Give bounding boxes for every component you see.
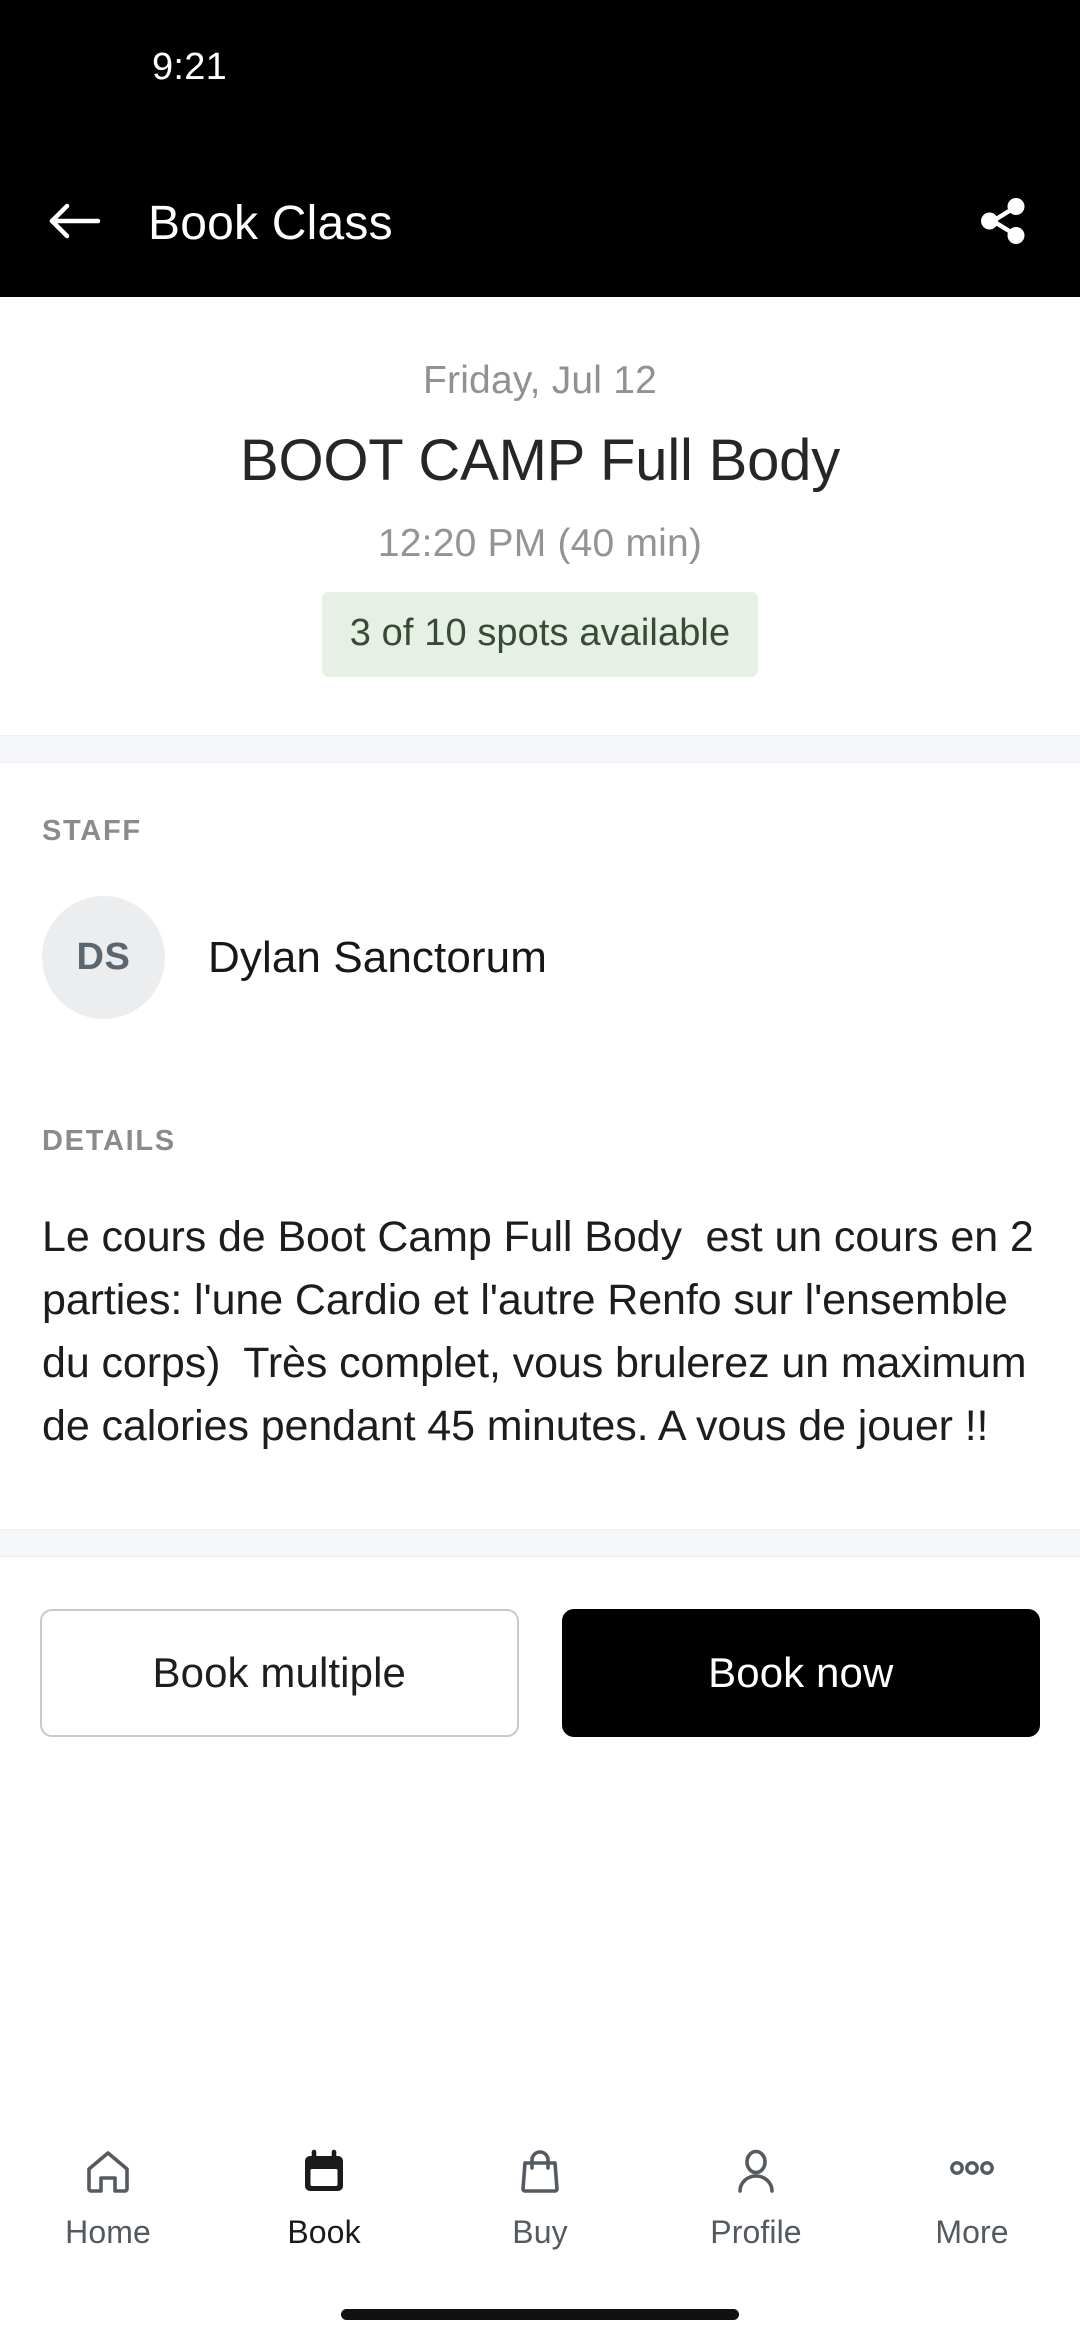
main-content: Friday, Jul 12 BOOT CAMP Full Body 12:20… xyxy=(0,297,1080,2120)
calendar-icon xyxy=(298,2144,350,2200)
book-now-button[interactable]: Book now xyxy=(561,1609,1040,1738)
status-bar-clock: 9:21 xyxy=(152,46,228,88)
app-screen: 9:21 Book Class Friday, Jul 12 BOOT CAMP… xyxy=(0,0,1080,2340)
share-button[interactable] xyxy=(970,192,1034,256)
nav-item-book[interactable]: Book xyxy=(216,2144,432,2251)
nav-item-profile[interactable]: Profile xyxy=(648,2144,864,2251)
nav-item-buy[interactable]: Buy xyxy=(432,2144,648,2251)
details-section: DETAILS Le cours de Boot Camp Full Body … xyxy=(0,1081,1080,1529)
section-divider xyxy=(0,735,1080,764)
ellipsis-icon xyxy=(946,2144,998,2200)
arrow-left-icon xyxy=(48,199,102,248)
staff-section: STAFF DS Dylan Sanctorum xyxy=(0,763,1080,1082)
status-bar: 9:21 xyxy=(0,0,1080,150)
spots-available-badge: 3 of 10 spots available xyxy=(321,592,759,678)
home-icon xyxy=(82,2144,134,2200)
nav-label-profile: Profile xyxy=(710,2214,802,2250)
nav-label-more: More xyxy=(935,2214,1009,2250)
bottom-navigation: Home Book Buy Profile More xyxy=(0,2120,1080,2288)
back-button[interactable] xyxy=(46,195,104,253)
section-divider-bottom xyxy=(0,1529,1080,1558)
nav-label-book: Book xyxy=(287,2214,361,2250)
staff-name: Dylan Sanctorum xyxy=(208,932,547,982)
page-title: Book Class xyxy=(148,197,393,250)
home-indicator[interactable] xyxy=(341,2308,739,2320)
details-section-label: DETAILS xyxy=(42,1125,176,1158)
share-icon xyxy=(972,191,1032,256)
details-text: Le cours de Boot Camp Full Body est un c… xyxy=(42,1213,1046,1450)
nav-label-home: Home xyxy=(65,2214,151,2250)
nav-item-home[interactable]: Home xyxy=(0,2144,216,2251)
app-bar: Book Class xyxy=(0,150,1080,297)
action-buttons: Book multiple Book now xyxy=(0,1557,1080,1778)
shopping-bag-icon xyxy=(514,2144,566,2200)
staff-row[interactable]: DS Dylan Sanctorum xyxy=(42,896,1038,1081)
nav-item-more[interactable]: More xyxy=(864,2144,1080,2251)
class-time: 12:20 PM (40 min) xyxy=(377,522,703,566)
nav-label-buy: Buy xyxy=(512,2214,568,2250)
home-indicator-area xyxy=(0,2288,1080,2340)
staff-section-label: STAFF xyxy=(42,815,142,848)
class-date: Friday, Jul 12 xyxy=(422,359,657,402)
class-name: BOOT CAMP Full Body xyxy=(239,428,841,493)
class-header: Friday, Jul 12 BOOT CAMP Full Body 12:20… xyxy=(0,297,1080,736)
person-icon xyxy=(730,2144,782,2200)
book-multiple-button[interactable]: Book multiple xyxy=(40,1609,519,1738)
avatar: DS xyxy=(42,896,165,1020)
